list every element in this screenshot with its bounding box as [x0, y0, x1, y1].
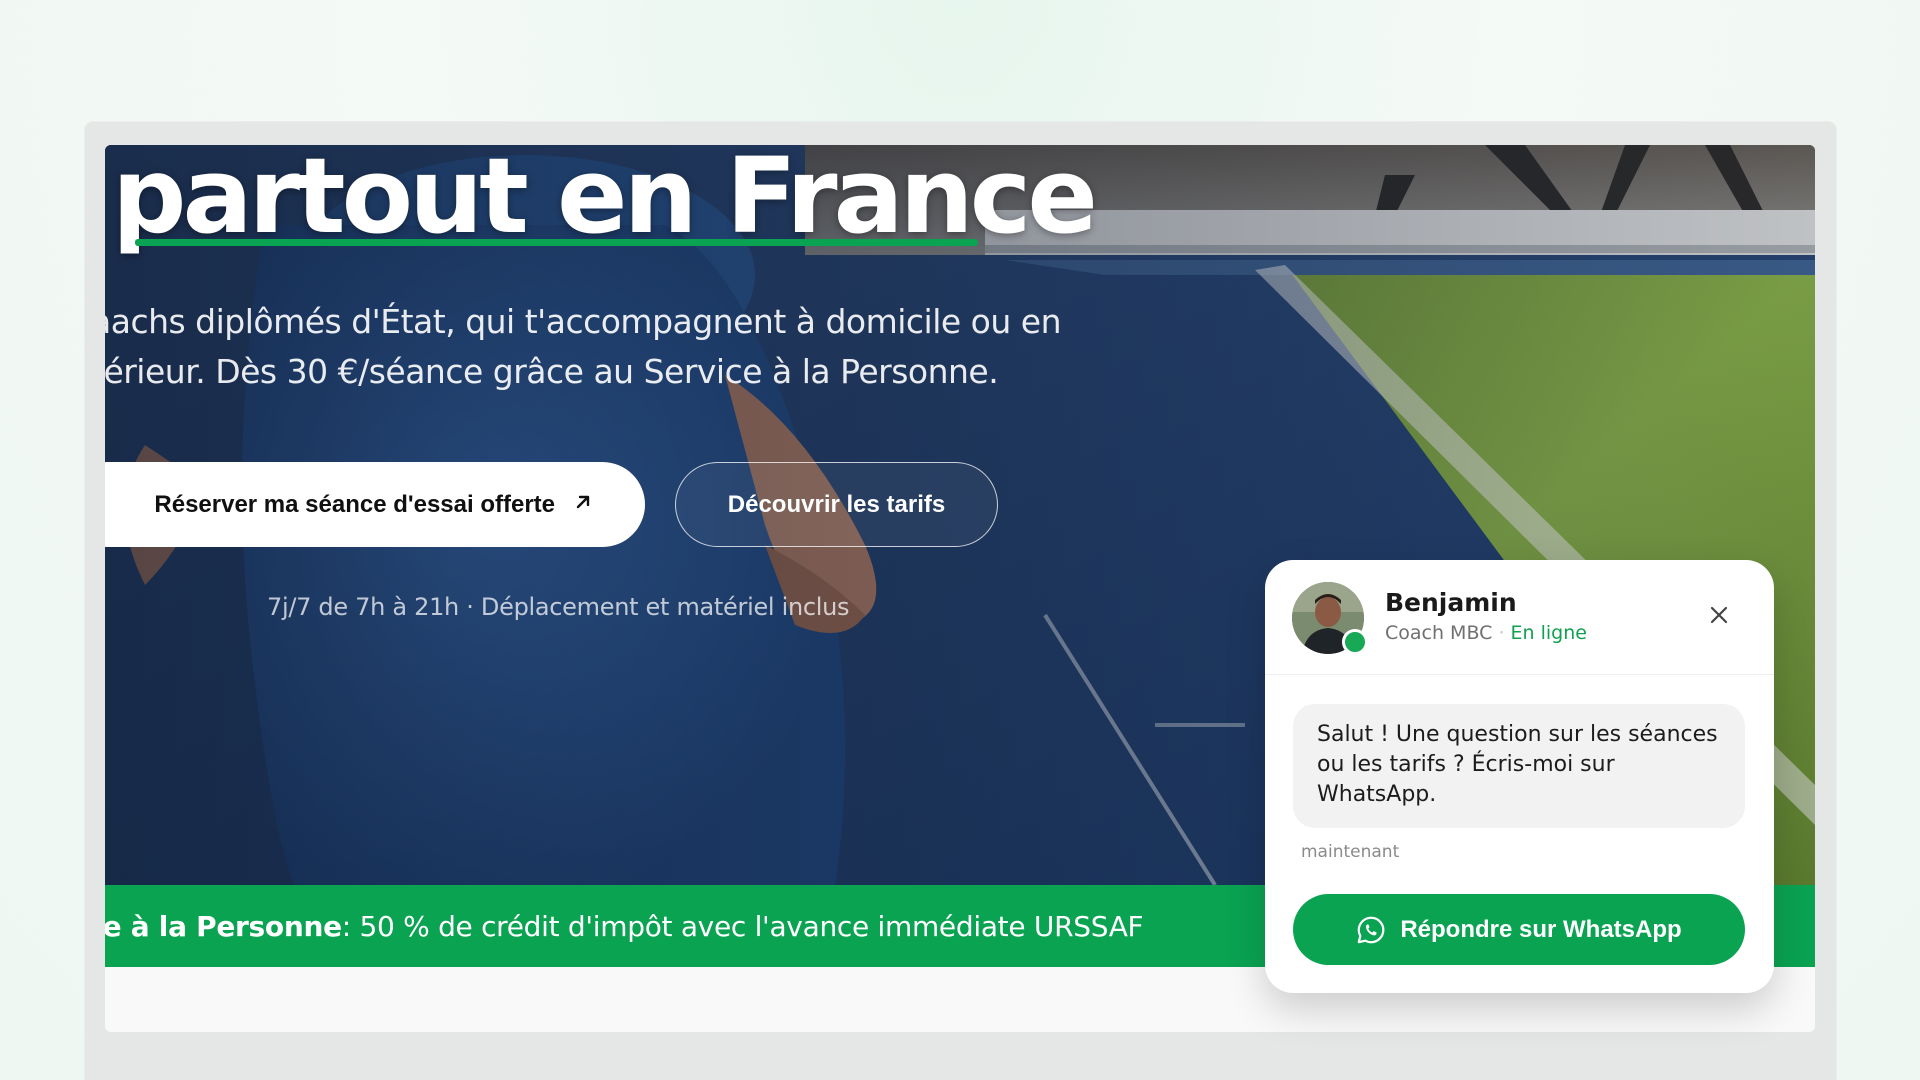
chat-message-timestamp: maintenant	[1301, 842, 1400, 862]
online-status-dot	[1342, 629, 1368, 655]
arrow-up-right-icon	[573, 491, 593, 519]
pricing-button[interactable]: Découvrir les tarifs	[675, 462, 998, 547]
chat-contact-role: Coach MBC	[1385, 622, 1493, 644]
pricing-button-label: Découvrir les tarifs	[727, 490, 946, 518]
chat-online-status: En ligne	[1510, 622, 1587, 644]
reply-whatsapp-label: Répondre sur WhatsApp	[1400, 915, 1682, 943]
chat-message-bubble: Salut ! Une question sur les séances ou …	[1293, 704, 1745, 828]
title-underline	[135, 239, 978, 246]
meta-separator: ·	[1498, 622, 1505, 644]
book-trial-button-label: Réserver ma séance d'essai offerte	[154, 490, 555, 518]
reply-whatsapp-button[interactable]: Répondre sur WhatsApp	[1293, 894, 1745, 965]
banner-bold-text: ice à la Personne	[105, 909, 342, 943]
hero-availability-note: 7j/7 de 7h à 21h · Déplacement et matéri…	[267, 593, 850, 621]
hero-subtitle: aachs diplômés d'État, qui t'accompagnen…	[105, 297, 1091, 397]
banner-body-text: : 50 % de crédit d'impôt avec l'avance i…	[341, 909, 1144, 943]
book-trial-button[interactable]: Réserver ma séance d'essai offerte	[105, 462, 645, 547]
chat-contact-name: Benjamin	[1385, 588, 1517, 617]
hero-subtitle-line-1: aachs diplômés d'État, qui t'accompagnen…	[105, 302, 1062, 341]
chat-contact-meta: Coach MBC · En ligne	[1385, 622, 1587, 644]
hero-subtitle-line-2: térieur. Dès 30 €/séance grâce au Servic…	[105, 352, 999, 391]
chat-header: Benjamin Coach MBC · En ligne	[1265, 560, 1774, 675]
chat-widget: Benjamin Coach MBC · En ligne Salut ! Une …	[1265, 560, 1774, 993]
close-icon	[1710, 606, 1728, 624]
whatsapp-icon	[1358, 916, 1385, 943]
close-chat-button[interactable]	[1702, 598, 1736, 632]
banner-text: ice à la Personne: 50 % de crédit d'impô…	[105, 909, 1144, 943]
